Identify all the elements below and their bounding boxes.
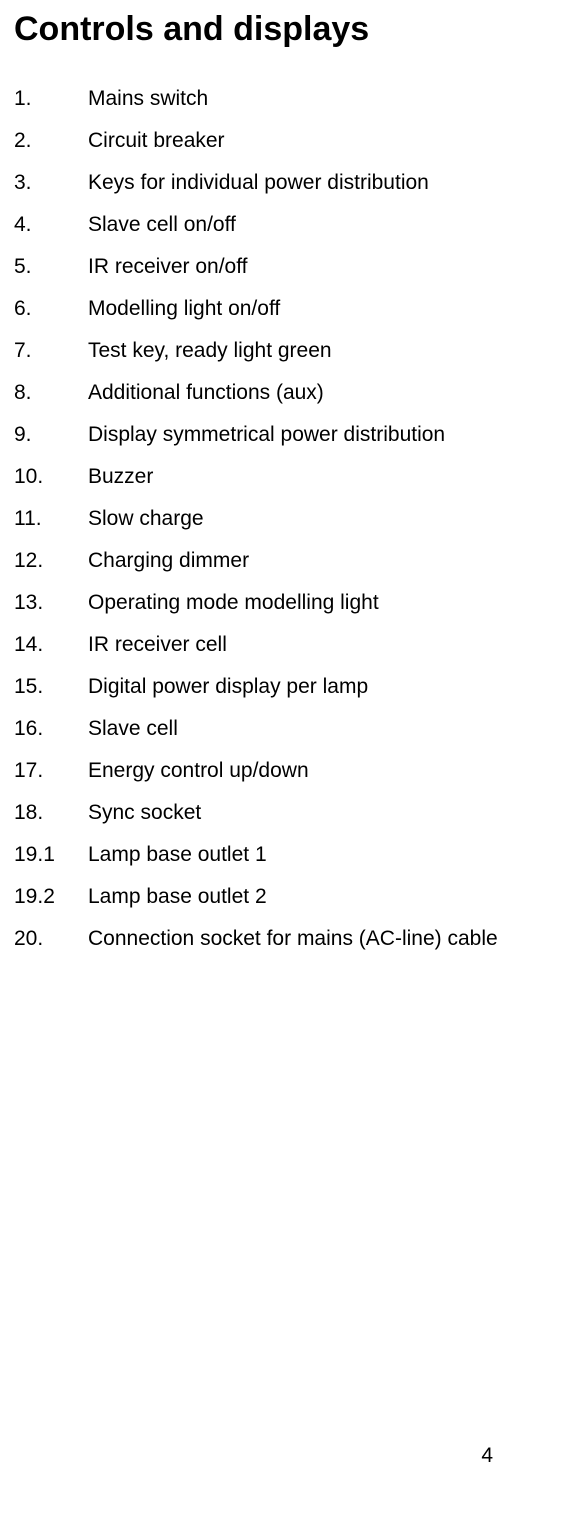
list-item: 13.Operating mode modelling light xyxy=(14,591,561,615)
list-item-label: Keys for individual power distribution xyxy=(88,171,429,195)
list-item-label: Lamp base outlet 1 xyxy=(88,843,267,867)
list-item-label: Lamp base outlet 2 xyxy=(88,885,267,909)
list-item: 17.Energy control up/down xyxy=(14,759,561,783)
list-item: 10.Buzzer xyxy=(14,465,561,489)
list-item-number: 2. xyxy=(14,129,88,153)
list-item-number: 10. xyxy=(14,465,88,489)
page-title: Controls and displays xyxy=(14,10,561,49)
list-item-number: 8. xyxy=(14,381,88,405)
list-item-label: Slow charge xyxy=(88,507,204,531)
list-item-number: 19.2 xyxy=(14,885,88,909)
list-item: 20.Connection socket for mains (AC-line)… xyxy=(14,927,561,951)
list-item: 9.Display symmetrical power distribution xyxy=(14,423,561,447)
list-item-number: 11. xyxy=(14,507,88,531)
list-item: 2.Circuit breaker xyxy=(14,129,561,153)
list-item-label: Test key, ready light green xyxy=(88,339,332,363)
list-item-label: Operating mode modelling light xyxy=(88,591,379,615)
list-item: 16.Slave cell xyxy=(14,717,561,741)
list-item: 8.Additional functions (aux) xyxy=(14,381,561,405)
list-item-number: 19.1 xyxy=(14,843,88,867)
page-number: 4 xyxy=(481,1444,493,1468)
list-item: 19.1Lamp base outlet 1 xyxy=(14,843,561,867)
list-item-number: 4. xyxy=(14,213,88,237)
list-item: 15.Digital power display per lamp xyxy=(14,675,561,699)
list-item-label: IR receiver on/off xyxy=(88,255,248,279)
list-item-number: 13. xyxy=(14,591,88,615)
list-item-number: 3. xyxy=(14,171,88,195)
list-item-label: Buzzer xyxy=(88,465,153,489)
list-item-number: 12. xyxy=(14,549,88,573)
list-item: 6.Modelling light on/off xyxy=(14,297,561,321)
list-item-label: IR receiver cell xyxy=(88,633,227,657)
list-item: 18.Sync socket xyxy=(14,801,561,825)
list-item: 14.IR receiver cell xyxy=(14,633,561,657)
controls-list: 1.Mains switch2.Circuit breaker3.Keys fo… xyxy=(14,87,561,951)
list-item-number: 17. xyxy=(14,759,88,783)
list-item-label: Modelling light on/off xyxy=(88,297,280,321)
list-item-label: Additional functions (aux) xyxy=(88,381,324,405)
list-item-label: Charging dimmer xyxy=(88,549,249,573)
list-item-label: Slave cell on/off xyxy=(88,213,236,237)
list-item: 1.Mains switch xyxy=(14,87,561,111)
list-item-number: 7. xyxy=(14,339,88,363)
list-item-label: Digital power display per lamp xyxy=(88,675,368,699)
list-item-number: 9. xyxy=(14,423,88,447)
list-item: 4.Slave cell on/off xyxy=(14,213,561,237)
list-item-number: 20. xyxy=(14,927,88,951)
list-item-label: Mains switch xyxy=(88,87,208,111)
list-item-number: 18. xyxy=(14,801,88,825)
list-item-label: Energy control up/down xyxy=(88,759,309,783)
list-item-label: Sync socket xyxy=(88,801,201,825)
list-item-number: 1. xyxy=(14,87,88,111)
list-item-label: Connection socket for mains (AC-line) ca… xyxy=(88,927,498,951)
list-item-label: Circuit breaker xyxy=(88,129,225,153)
list-item-number: 5. xyxy=(14,255,88,279)
list-item-label: Slave cell xyxy=(88,717,178,741)
list-item-label: Display symmetrical power distribution xyxy=(88,423,445,447)
list-item-number: 14. xyxy=(14,633,88,657)
list-item: 3.Keys for individual power distribution xyxy=(14,171,561,195)
list-item-number: 16. xyxy=(14,717,88,741)
list-item: 19.2Lamp base outlet 2 xyxy=(14,885,561,909)
list-item: 11.Slow charge xyxy=(14,507,561,531)
list-item: 5.IR receiver on/off xyxy=(14,255,561,279)
list-item-number: 15. xyxy=(14,675,88,699)
list-item: 12.Charging dimmer xyxy=(14,549,561,573)
list-item: 7.Test key, ready light green xyxy=(14,339,561,363)
list-item-number: 6. xyxy=(14,297,88,321)
